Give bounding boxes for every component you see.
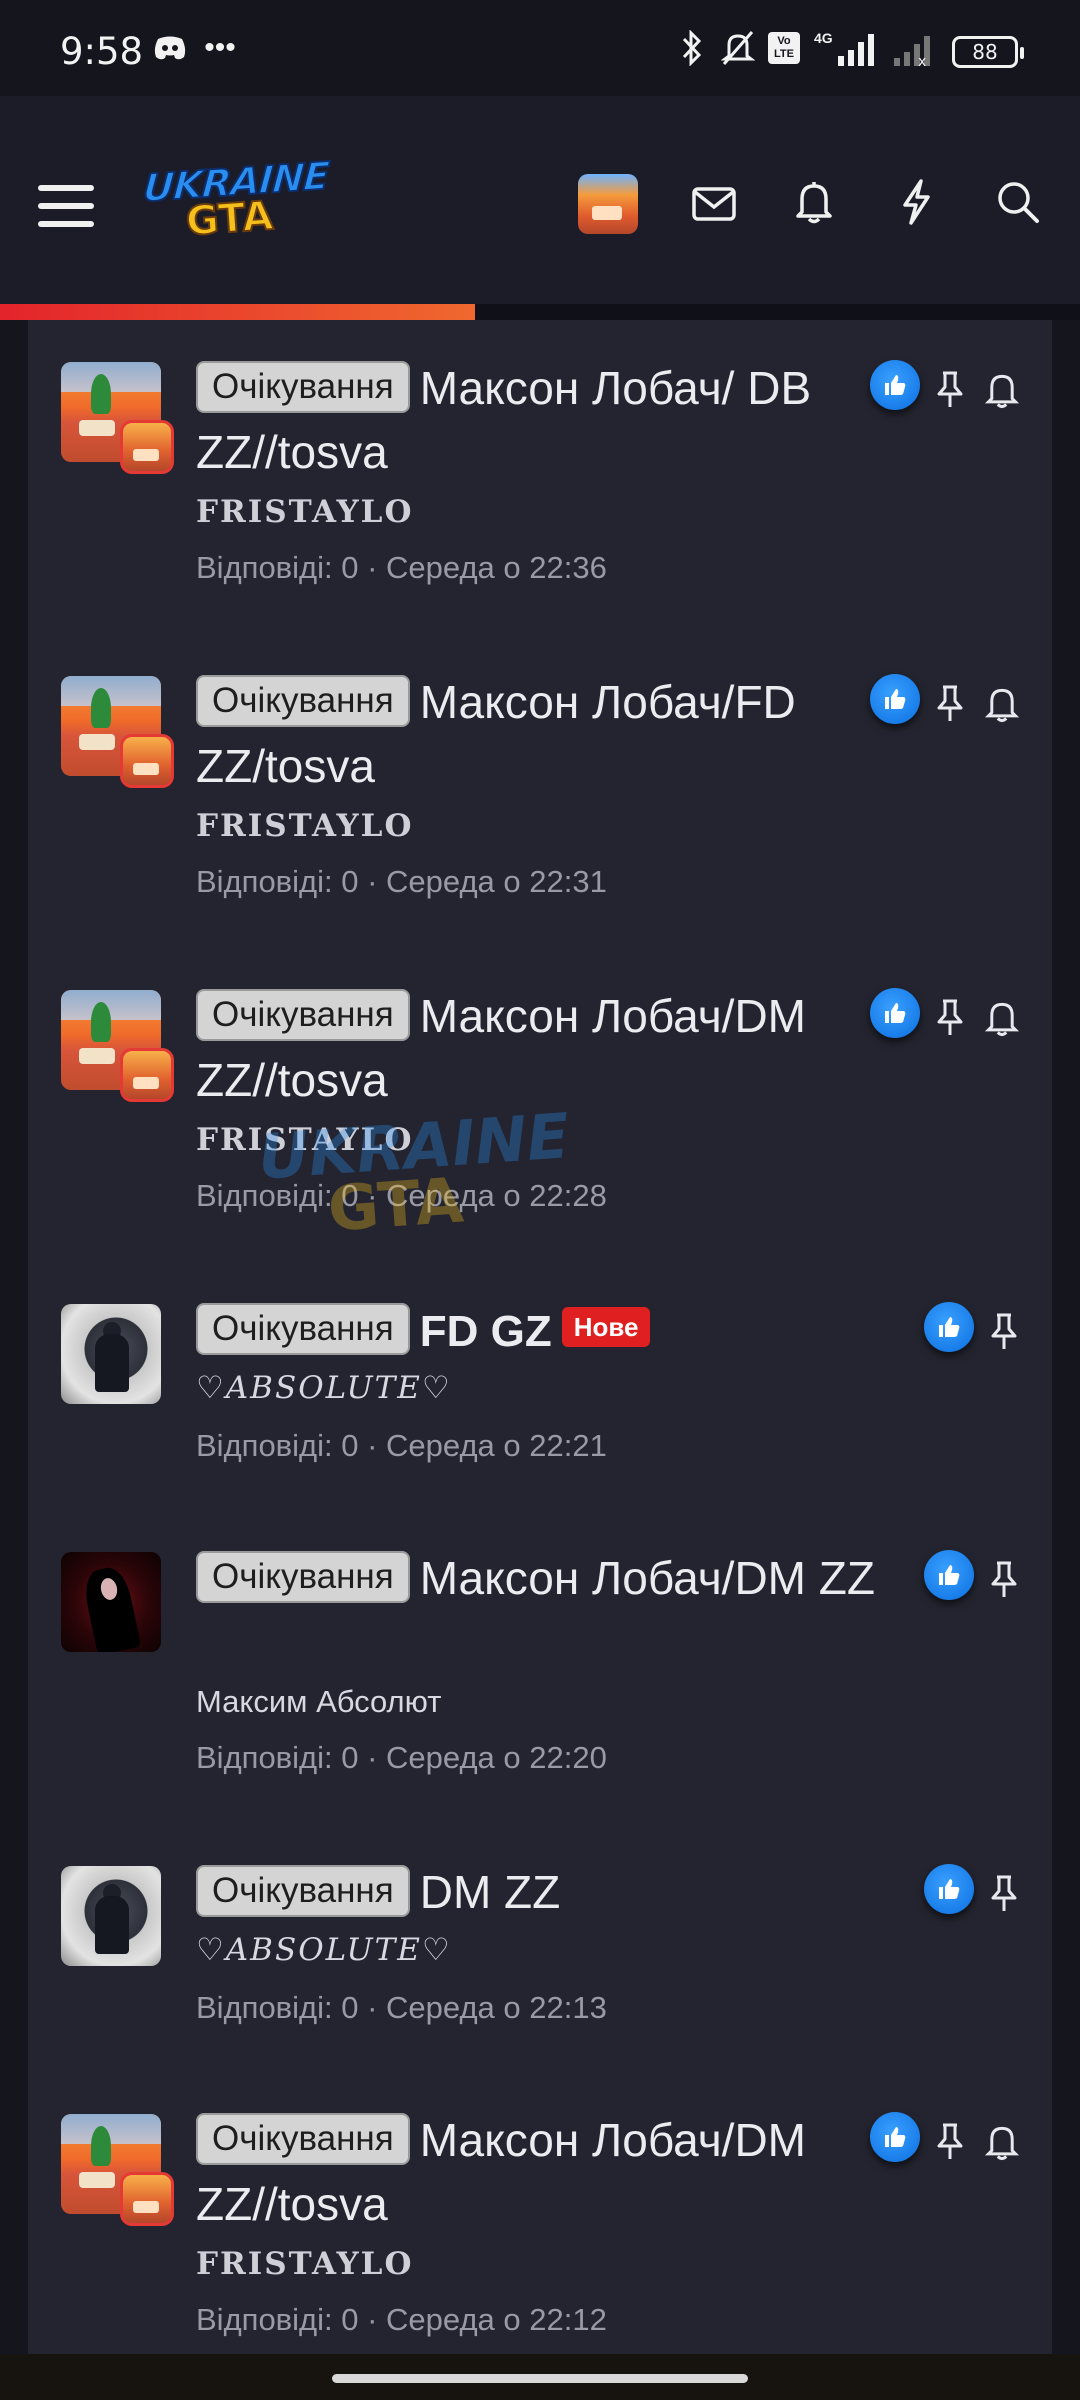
mail-icon[interactable]: [686, 176, 742, 232]
pin-icon[interactable]: [924, 678, 976, 730]
thread-meta: Відповіді: 0 · Середа о 22:13: [196, 1990, 607, 2025]
thread-meta: Відповіді: 0 · Середа о 22:12: [196, 2302, 607, 2337]
like-icon[interactable]: [924, 1302, 974, 1352]
mute-icon: [718, 26, 758, 70]
thread-author[interactable]: FRISTAYLO: [196, 808, 413, 844]
thread-title[interactable]: Очікування Максон Лобач/FD ZZ/tosva: [196, 670, 876, 798]
bell-icon[interactable]: [976, 364, 1028, 416]
bell-icon[interactable]: [976, 678, 1028, 730]
pin-icon[interactable]: [978, 1554, 1030, 1606]
reading-progress-fill: [0, 304, 476, 320]
avatar[interactable]: [61, 1304, 161, 1404]
thread-list[interactable]: Очікування Максон Лобач/ DB ZZ//tosva FRI…: [28, 320, 1052, 2354]
status-time: 9:58: [60, 30, 144, 73]
search-icon[interactable]: [990, 174, 1046, 230]
status-badge: Очікування: [196, 2113, 410, 2165]
like-icon[interactable]: [870, 988, 920, 1038]
discord-icon: [150, 26, 190, 70]
thread-meta: Відповіді: 0 · Середа о 22:20: [196, 1740, 607, 1775]
thread-title[interactable]: Очікування Максон Лобач/DM ZZ//tosva: [196, 2108, 876, 2236]
thread-author[interactable]: FRISTAYLO: [196, 494, 413, 530]
battery-indicator: 88: [952, 36, 1024, 68]
avatar: [120, 1048, 174, 1102]
pin-icon[interactable]: [978, 1306, 1030, 1358]
avatar: [120, 2172, 174, 2226]
thread-meta: Відповіді: 0 · Середа о 22:21: [196, 1428, 607, 1463]
more-dots-icon: •••: [204, 31, 236, 64]
thread-author[interactable]: Максим Абсолют: [196, 1684, 441, 1720]
pin-icon[interactable]: [978, 1868, 1030, 1920]
avatar: [120, 420, 174, 474]
home-gesture-handle[interactable]: [332, 2374, 748, 2383]
list-item[interactable]: Очікування Максон Лобач/ DB ZZ//tosva FRI…: [28, 320, 1052, 620]
status-badge: Очікування: [196, 675, 410, 727]
status-badge: Очікування: [196, 1303, 410, 1355]
status-badge: Очікування: [196, 1865, 410, 1917]
thread-meta: Відповіді: 0 · Середа о 22:36: [196, 550, 607, 585]
signal-4g-icon: 4G: [812, 26, 882, 70]
thread-meta: Відповіді: 0 · Середа о 22:31: [196, 864, 607, 899]
like-icon[interactable]: [924, 1550, 974, 1600]
pin-icon[interactable]: [924, 992, 976, 1044]
list-item[interactable]: Очікування Максон Лобач/DM ZZ//tosva FRIS…: [28, 948, 1052, 1248]
bell-icon[interactable]: [786, 174, 842, 230]
thread-author[interactable]: ♡ABSOLUTE♡: [196, 1932, 452, 1968]
thread-meta: Відповіді: 0 · Середа о 22:28: [196, 1178, 607, 1213]
list-item[interactable]: Очікування Максон Лобач/FD ZZ/tosva FRIST…: [28, 634, 1052, 934]
volte-icon: Vo LTE: [766, 26, 802, 70]
list-item[interactable]: Очікування FD GZ Нове ♡ABSOLUTE♡ Відповіді…: [28, 1262, 1052, 1494]
thread-title[interactable]: Очікування Максон Лобач/ DB ZZ//tosva: [196, 356, 876, 484]
thread-author[interactable]: ♡ABSOLUTE♡: [196, 1370, 452, 1406]
thread-title[interactable]: Очікування Максон Лобач/DM ZZ//tosva: [196, 984, 876, 1112]
avatar[interactable]: [578, 174, 638, 234]
avatar[interactable]: [61, 1552, 161, 1652]
pin-icon[interactable]: [924, 364, 976, 416]
like-icon[interactable]: [870, 2112, 920, 2162]
list-item[interactable]: Очікування Максон Лобач/DM ZZ//tosva FRIS…: [28, 2072, 1052, 2354]
like-icon[interactable]: [870, 360, 920, 410]
bolt-icon[interactable]: [888, 174, 944, 230]
thread-title[interactable]: Очікування DM ZZ: [196, 1860, 876, 1924]
thread-title[interactable]: Очікування Максон Лобач/DM ZZ: [196, 1546, 876, 1610]
site-logo[interactable]: UKRAINE GTA: [140, 153, 331, 252]
reading-progress-bar: [0, 304, 1080, 320]
new-badge: Нове: [561, 1307, 651, 1347]
like-icon[interactable]: [924, 1864, 974, 1914]
like-icon[interactable]: [870, 674, 920, 724]
bluetooth-icon: [676, 26, 708, 70]
status-badge: Очікування: [196, 1551, 410, 1603]
pin-icon[interactable]: [924, 2116, 976, 2168]
avatar[interactable]: [61, 1866, 161, 1966]
bell-icon[interactable]: [976, 992, 1028, 1044]
avatar: [120, 734, 174, 788]
thread-author[interactable]: FRISTAYLO: [196, 2246, 413, 2282]
system-nav-bar: [0, 2354, 1080, 2400]
signal-nosim-icon: x: [888, 26, 940, 70]
status-badge: Очікування: [196, 361, 410, 413]
svg-text:x: x: [918, 54, 926, 68]
bell-icon[interactable]: [976, 2116, 1028, 2168]
list-item[interactable]: Очікування Максон Лобач/DM ZZ Максим Абсо…: [28, 1510, 1052, 1810]
menu-icon[interactable]: [34, 174, 98, 238]
list-item[interactable]: Очікування DM ZZ ♡ABSOLUTE♡ Відповіді: 0 …: [28, 1824, 1052, 2056]
status-bar: 9:58 ••• Vo LTE 4G x 88: [0, 0, 1080, 96]
status-badge: Очікування: [196, 989, 410, 1041]
thread-author[interactable]: FRISTAYLO: [196, 1122, 413, 1158]
thread-title[interactable]: Очікування FD GZ Нове: [196, 1298, 876, 1364]
